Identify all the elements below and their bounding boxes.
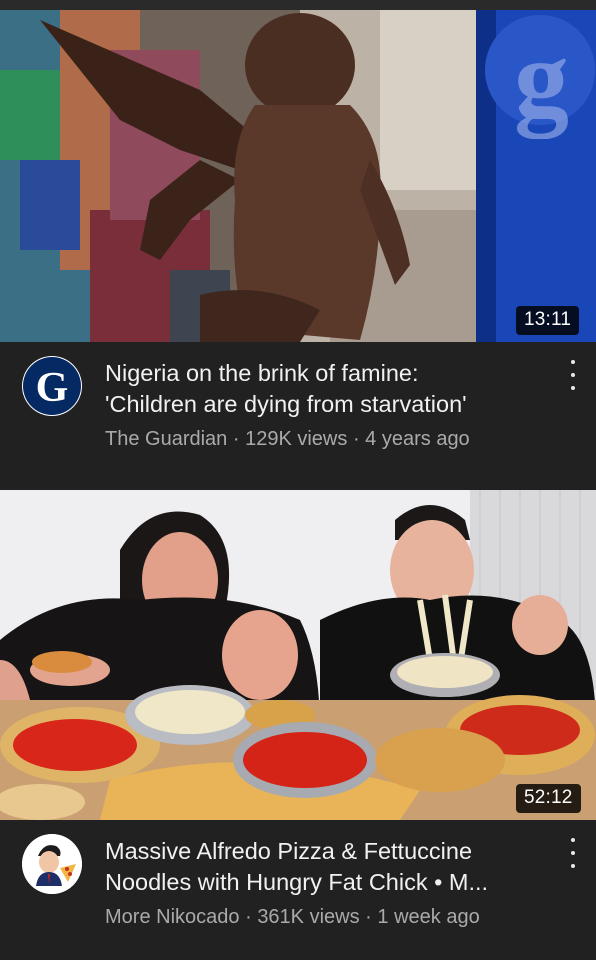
more-vert-icon[interactable] <box>566 360 580 390</box>
nikocado-avatar-icon <box>22 834 82 894</box>
view-count-2: 361K views <box>257 906 360 928</box>
video-title-1-line1: Nigeria on the brink of famine: <box>105 360 419 386</box>
svg-text:g: g <box>514 17 569 139</box>
video-duration-1: 13:11 <box>516 306 580 335</box>
more-vert-icon[interactable] <box>566 838 580 868</box>
separator: · <box>232 428 240 450</box>
channel-name-2[interactable]: More Nikocado <box>105 906 240 928</box>
status-strip <box>0 0 596 10</box>
video-title-1-line2: 'Children are dying from starvation' <box>105 391 467 417</box>
video-thumbnail-2[interactable]: 52:12 <box>0 490 596 820</box>
separator: · <box>365 906 372 928</box>
thumbnail-image-1: g <box>0 10 596 342</box>
video-title-2-line1: Massive Alfredo Pizza & Fettuccine <box>105 838 473 864</box>
video-title-2[interactable]: Massive Alfredo Pizza & Fettuccine Noodl… <box>105 836 545 898</box>
upload-age-1: 4 years ago <box>365 428 470 450</box>
channel-avatar-nikocado[interactable] <box>22 834 82 894</box>
svg-text:G: G <box>36 365 69 411</box>
upload-age-2: 1 week ago <box>377 906 480 928</box>
separator: · <box>245 906 252 928</box>
channel-avatar-guardian[interactable]: G <box>22 356 82 416</box>
video-meta-2: Massive Alfredo Pizza & Fettuccine Noodl… <box>0 820 596 960</box>
video-meta-1: G Nigeria on the brink of famine: 'Child… <box>0 342 596 490</box>
separator: · <box>352 428 360 450</box>
channel-name-1[interactable]: The Guardian <box>105 428 227 450</box>
video-title-1[interactable]: Nigeria on the brink of famine: 'Childre… <box>105 358 545 420</box>
video-subtitle-1: The Guardian · 129K views · 4 years ago <box>105 428 470 451</box>
guardian-logo-icon: G <box>23 357 81 415</box>
view-count-1: 129K views <box>245 428 348 450</box>
video-title-2-line2: Noodles with Hungry Fat Chick • M... <box>105 869 489 895</box>
video-subtitle-2: More Nikocado · 361K views · 1 week ago <box>105 906 480 929</box>
video-duration-2: 52:12 <box>516 784 581 813</box>
video-thumbnail-1[interactable]: g 13:11 <box>0 10 596 342</box>
thumbnail-image-2 <box>0 490 596 820</box>
